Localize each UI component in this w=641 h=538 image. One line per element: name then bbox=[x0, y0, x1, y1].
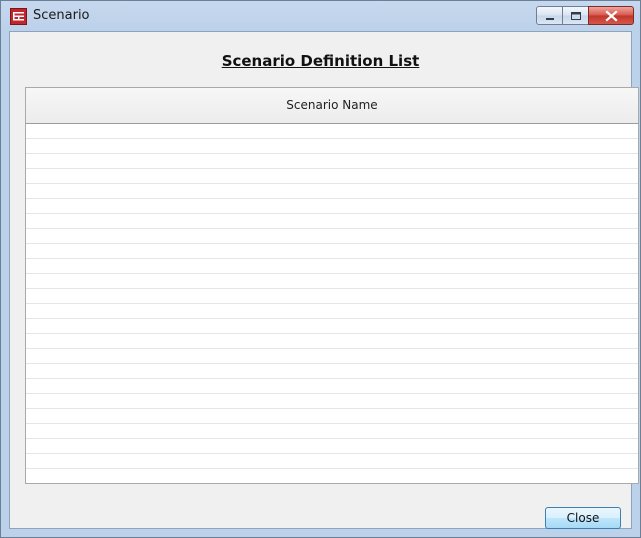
table-row[interactable] bbox=[26, 184, 638, 199]
table-row[interactable] bbox=[26, 439, 638, 454]
table-row[interactable] bbox=[26, 274, 638, 289]
table-row[interactable] bbox=[26, 454, 638, 469]
page-title: Scenario Definition List bbox=[221, 52, 420, 70]
caption-buttons bbox=[536, 6, 634, 26]
minimize-icon bbox=[546, 18, 554, 20]
table-row[interactable] bbox=[26, 169, 638, 184]
table-row[interactable] bbox=[26, 244, 638, 259]
close-button[interactable]: Close bbox=[545, 507, 621, 529]
table-row[interactable] bbox=[26, 304, 638, 319]
close-icon bbox=[605, 10, 618, 22]
table-row[interactable] bbox=[26, 349, 638, 364]
table-row[interactable] bbox=[26, 124, 638, 139]
table-row[interactable] bbox=[26, 139, 638, 154]
table-row[interactable] bbox=[26, 379, 638, 394]
table-row[interactable] bbox=[26, 334, 638, 349]
table-header: Scenario Name bbox=[26, 88, 638, 124]
title-bar[interactable]: Scenario bbox=[1, 1, 640, 31]
table-row[interactable] bbox=[26, 199, 638, 214]
table-row[interactable] bbox=[26, 469, 638, 483]
minimize-button[interactable] bbox=[536, 6, 563, 25]
table-row[interactable] bbox=[26, 364, 638, 379]
table-row[interactable] bbox=[26, 214, 638, 229]
maximize-button[interactable] bbox=[562, 6, 589, 25]
client-area: Scenario Definition List Scenario Name C… bbox=[9, 31, 639, 529]
table-row[interactable] bbox=[26, 154, 638, 169]
maximize-icon bbox=[571, 12, 581, 20]
scenario-table[interactable]: Scenario Name bbox=[25, 87, 639, 484]
scenario-window: Scenario Scenario Definition List Scenar… bbox=[0, 0, 641, 538]
table-row[interactable] bbox=[26, 394, 638, 409]
table-row[interactable] bbox=[26, 229, 638, 244]
table-row[interactable] bbox=[26, 409, 638, 424]
table-body[interactable] bbox=[26, 124, 638, 483]
scenario-app-icon[interactable] bbox=[10, 8, 27, 25]
close-window-button[interactable] bbox=[588, 6, 634, 25]
column-header-scenario-name[interactable]: Scenario Name bbox=[26, 88, 638, 123]
table-row[interactable] bbox=[26, 289, 638, 304]
table-row[interactable] bbox=[26, 424, 638, 439]
table-row[interactable] bbox=[26, 319, 638, 334]
table-row[interactable] bbox=[26, 259, 638, 274]
window-title: Scenario bbox=[33, 8, 90, 23]
